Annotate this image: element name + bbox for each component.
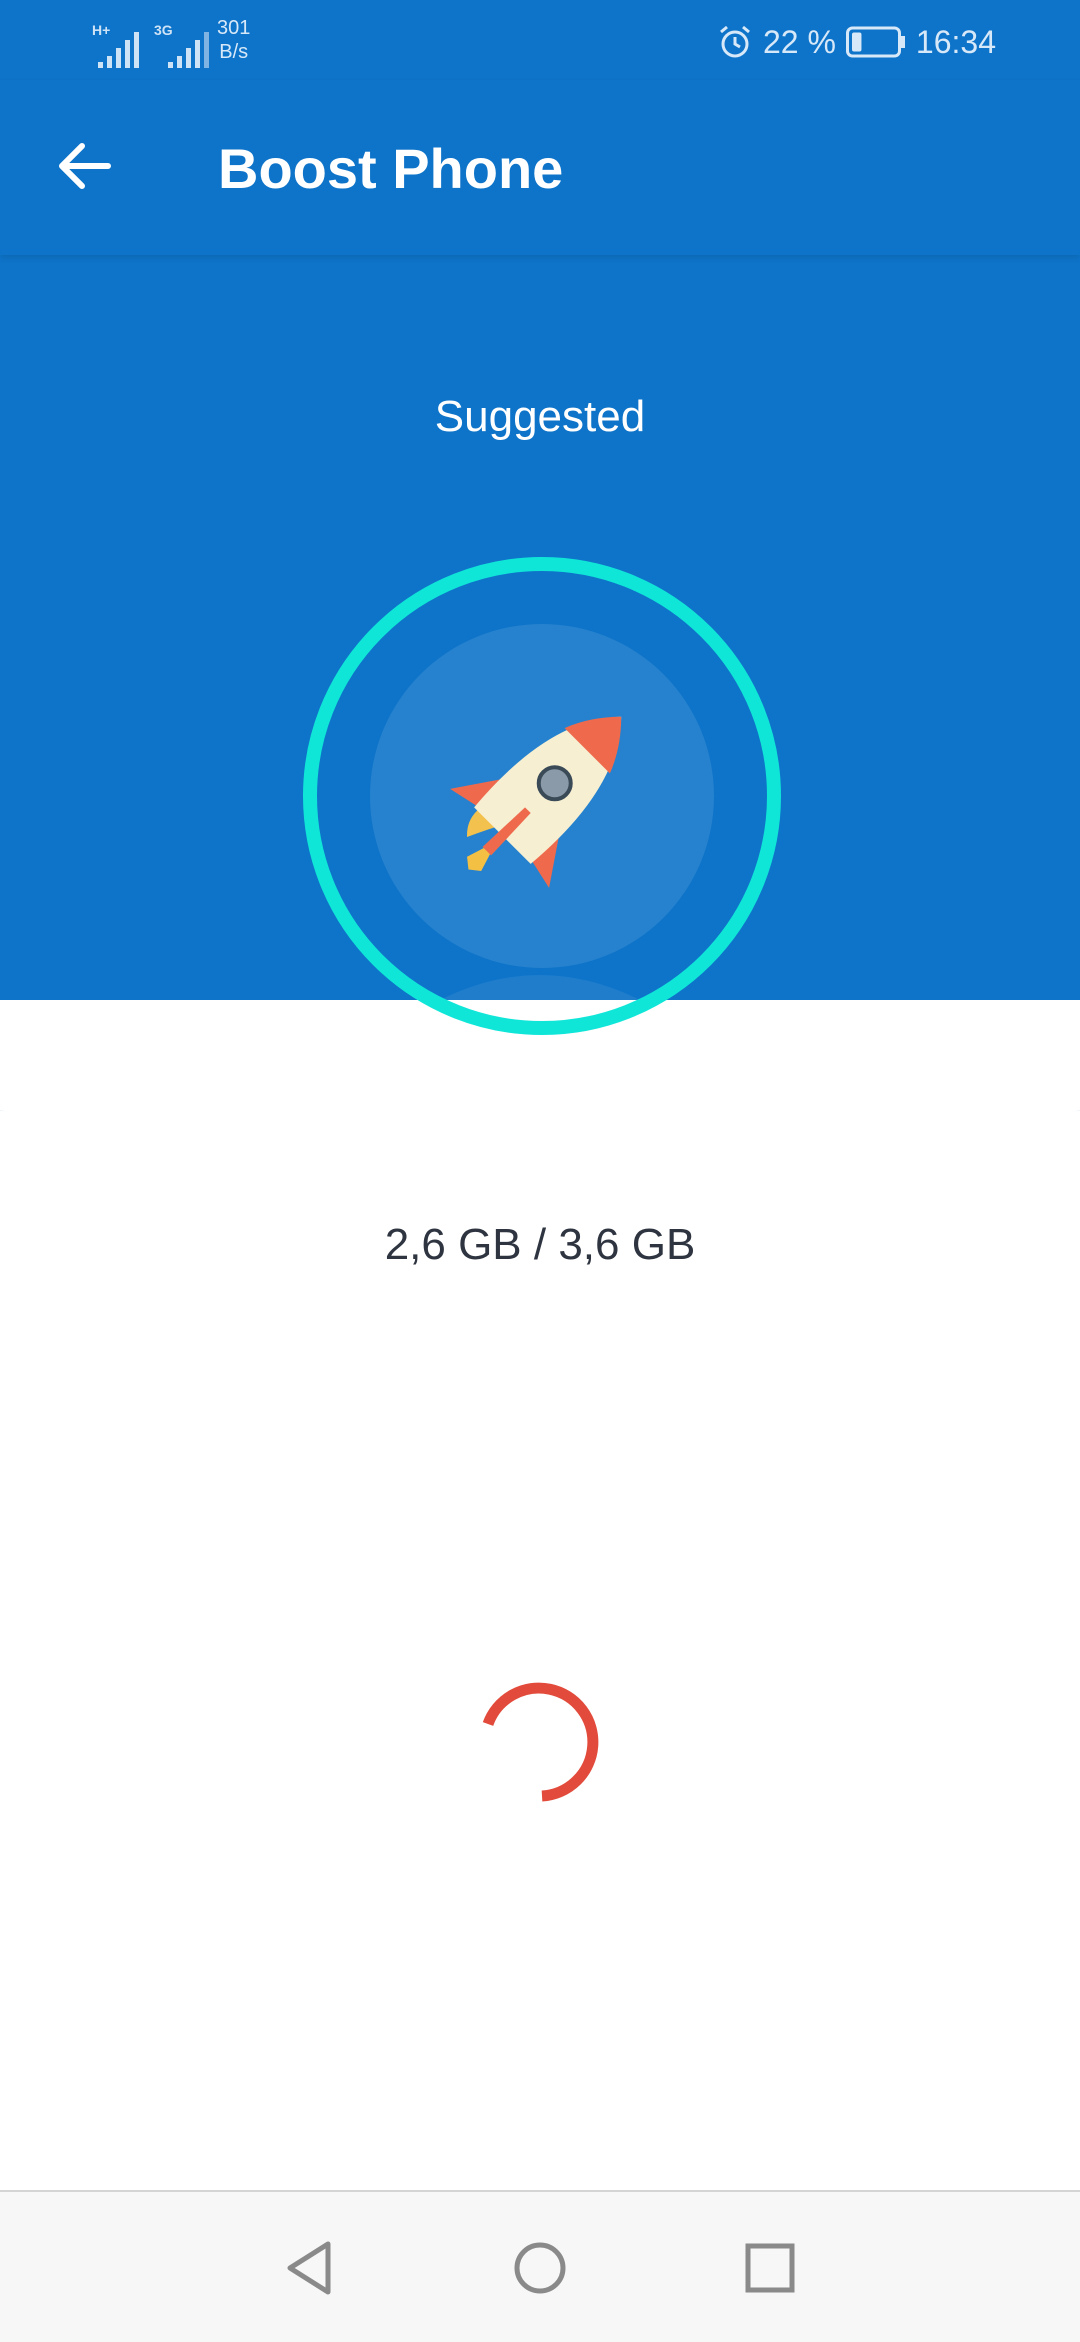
battery-percent: 22 % <box>762 23 836 60</box>
back-arrow-icon[interactable] <box>48 130 120 202</box>
network-speed: 301 B/s <box>217 16 250 64</box>
boost-status-label: Suggested <box>434 392 646 441</box>
alarm-clock-icon <box>720 25 750 58</box>
network-speed-unit: B/s <box>219 41 249 63</box>
clock-time: 16:34 <box>915 23 996 60</box>
nav-home-icon[interactable] <box>500 2228 580 2308</box>
loading-spinner <box>482 1682 599 1802</box>
signal-strength-icon <box>98 32 139 68</box>
memory-usage: 2,6 GB / 3,6 GB <box>384 1220 696 1269</box>
battery-icon <box>845 26 905 58</box>
page-title: Boost Phone <box>218 137 564 200</box>
signal-strength-icon-2 <box>168 32 209 68</box>
status-right-group: 22 % 16:34 <box>717 20 996 64</box>
nav-back-icon[interactable] <box>270 2228 350 2308</box>
status-bar: H+ 3G 301 B/s 22 % 16:34 <box>0 0 1080 80</box>
boost-gauge[interactable] <box>302 556 782 1036</box>
network-speed-value: 301 <box>217 17 251 39</box>
hero-bottom-curve <box>0 1110 1080 1190</box>
nav-recents-icon[interactable] <box>730 2228 810 2308</box>
system-nav-bar <box>0 2190 1080 2342</box>
app-toolbar: Boost Phone <box>0 80 1080 255</box>
